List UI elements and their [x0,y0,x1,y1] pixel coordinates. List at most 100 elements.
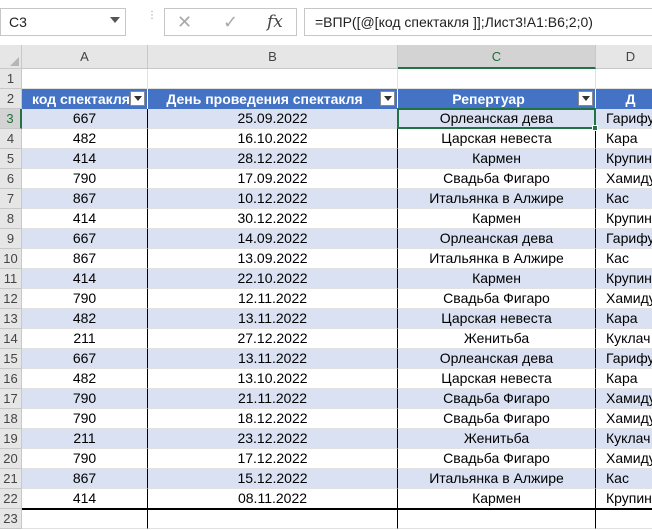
row-header-2[interactable]: 2 [0,89,22,109]
table-cell[interactable]: Кас [596,249,652,269]
table-cell[interactable]: Царская невеста [398,129,596,149]
cell[interactable] [22,69,148,89]
row-header-11[interactable]: 11 [0,269,22,289]
grip-icon[interactable]: ⋮ [147,11,157,31]
fill-handle[interactable] [592,125,598,131]
select-all-button[interactable] [0,45,22,69]
row-header-16[interactable]: 16 [0,369,22,389]
table-cell[interactable]: Свадьба Фигаро [398,409,596,429]
table-cell[interactable]: 414 [22,149,148,169]
row-header-1[interactable]: 1 [0,69,22,89]
table-cell[interactable]: Хамиду [596,409,652,429]
row-header-21[interactable]: 21 [0,469,22,489]
table-cell[interactable]: 414 [22,209,148,229]
row-header-3[interactable]: 3 [0,109,22,129]
table-cell[interactable]: Гарифу [596,349,652,369]
table-cell[interactable]: Итальянка в Алжире [398,469,596,489]
table-cell[interactable]: 482 [22,309,148,329]
row-header-23[interactable]: 23 [0,509,22,529]
table-cell[interactable]: 13.11.2022 [148,309,398,329]
table-cell[interactable]: Хамиду [596,389,652,409]
table-cell[interactable]: 790 [22,449,148,469]
table-cell[interactable]: Женитьба [398,329,596,349]
table-cell[interactable]: Царская невеста [398,309,596,329]
cell[interactable] [596,69,652,89]
column-header-b[interactable]: B [148,45,398,69]
table-cell[interactable]: Царская невеста [398,369,596,389]
table-cell[interactable]: 25.09.2022 [148,109,398,129]
table-cell[interactable]: Кармен [398,489,596,509]
table-cell[interactable]: Кара [596,129,652,149]
table-cell[interactable]: 13.11.2022 [148,349,398,369]
table-cell[interactable]: 15.12.2022 [148,469,398,489]
table-cell[interactable]: Кара [596,369,652,389]
table-cell[interactable]: Кармен [398,209,596,229]
table-header-cell[interactable]: Д [596,89,652,109]
table-header-cell[interactable]: День проведения спектакля [148,89,398,109]
table-cell[interactable]: 414 [22,489,148,509]
table-cell[interactable]: Кармен [398,269,596,289]
row-header-5[interactable]: 5 [0,149,22,169]
table-cell[interactable]: Свадьба Фигаро [398,449,596,469]
table-cell[interactable]: 14.09.2022 [148,229,398,249]
filter-dropdown-icon[interactable] [130,91,145,106]
table-cell[interactable]: Хамиду [596,289,652,309]
table-cell[interactable]: Итальянка в Алжире [398,189,596,209]
table-cell[interactable]: 10.12.2022 [148,189,398,209]
table-cell[interactable]: 28.12.2022 [148,149,398,169]
table-cell[interactable]: 18.12.2022 [148,409,398,429]
row-header-12[interactable]: 12 [0,289,22,309]
check-icon[interactable]: ✓ [223,12,238,32]
filter-dropdown-icon[interactable] [380,91,395,106]
table-cell[interactable]: 667 [22,349,148,369]
table-cell[interactable]: Куклач [596,329,652,349]
cancel-icon[interactable]: ✕ [177,12,192,32]
insert-function-icon[interactable]: fx [267,12,283,32]
cell[interactable] [148,509,398,529]
table-cell[interactable]: Орлеанская дева [398,229,596,249]
table-cell[interactable]: 17.12.2022 [148,449,398,469]
table-cell[interactable]: 667 [22,109,148,129]
cell[interactable] [22,509,148,529]
table-cell[interactable]: Куклач [596,429,652,449]
table-cell[interactable]: Кас [596,469,652,489]
table-cell[interactable]: 27.12.2022 [148,329,398,349]
table-cell[interactable]: Крупин [596,489,652,509]
table-cell[interactable]: 867 [22,469,148,489]
table-cell[interactable]: 211 [22,429,148,449]
cell[interactable] [148,69,398,89]
table-cell[interactable]: Женитьба [398,429,596,449]
table-cell[interactable]: Свадьба Фигаро [398,389,596,409]
table-cell[interactable]: 867 [22,189,148,209]
table-cell[interactable]: 414 [22,269,148,289]
table-cell[interactable]: Орлеанская дева [398,109,596,129]
formula-input[interactable]: =ВПР([@[код спектакля ]];Лист3!A1:B6;2;0… [304,8,652,36]
table-header-cell[interactable]: код спектакля [22,89,148,109]
table-cell[interactable]: 482 [22,129,148,149]
row-header-13[interactable]: 13 [0,309,22,329]
row-header-8[interactable]: 8 [0,209,22,229]
table-cell[interactable]: 790 [22,389,148,409]
table-cell[interactable]: Свадьба Фигаро [398,289,596,309]
table-cell[interactable]: Хамиду [596,169,652,189]
row-header-19[interactable]: 19 [0,429,22,449]
row-header-6[interactable]: 6 [0,169,22,189]
row-header-22[interactable]: 22 [0,489,22,509]
table-cell[interactable]: Орлеанская дева [398,349,596,369]
row-header-20[interactable]: 20 [0,449,22,469]
column-header-d[interactable]: D [596,45,652,69]
row-header-7[interactable]: 7 [0,189,22,209]
table-cell[interactable]: 22.10.2022 [148,269,398,289]
table-cell[interactable]: Гарифу [596,229,652,249]
cell[interactable] [596,509,652,529]
row-header-18[interactable]: 18 [0,409,22,429]
table-cell[interactable]: 17.09.2022 [148,169,398,189]
table-cell[interactable]: Крупин [596,149,652,169]
table-cell[interactable]: 21.11.2022 [148,389,398,409]
worksheet-grid[interactable]: A B C D 1 2 3 4 5 6 7 8 9 10 11 12 13 14 15 16 17 18 19 20 21 22 2… [0,45,652,530]
table-cell[interactable]: 790 [22,169,148,189]
table-cell[interactable]: 12.11.2022 [148,289,398,309]
table-cell[interactable]: Крупин [596,269,652,289]
table-cell[interactable]: 482 [22,369,148,389]
table-cell[interactable]: Хамиду [596,449,652,469]
